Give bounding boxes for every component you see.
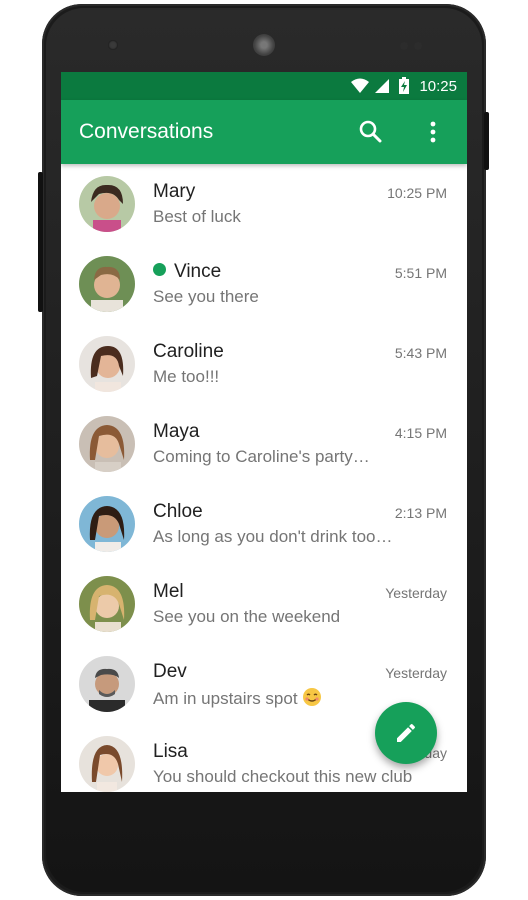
app-title: Conversations bbox=[79, 120, 214, 143]
message-time: 4:15 PM bbox=[394, 425, 447, 441]
avatar bbox=[79, 656, 135, 712]
search-button[interactable] bbox=[357, 118, 385, 146]
message-time: 5:51 PM bbox=[394, 265, 447, 281]
contact-name: Chloe bbox=[153, 501, 203, 522]
message-preview: You should checkout this new club bbox=[153, 767, 413, 786]
message-preview: Best of luck bbox=[153, 207, 241, 226]
power-button bbox=[484, 112, 489, 170]
message-time: Yesterday bbox=[385, 585, 447, 601]
message-preview-text: Am in upstairs spot bbox=[153, 689, 298, 708]
avatar bbox=[79, 416, 135, 472]
compose-button[interactable] bbox=[375, 702, 437, 764]
conversation-row[interactable]: Caroline 5:43 PM Me too!!! bbox=[61, 324, 467, 404]
status-bar: 10:25 bbox=[61, 72, 467, 100]
wifi-icon bbox=[351, 78, 369, 93]
avatar bbox=[79, 576, 135, 632]
message-time: 10:25 PM bbox=[387, 185, 447, 201]
message-preview: As long as you don't drink too… bbox=[153, 527, 393, 546]
contact-name: Mel bbox=[153, 581, 184, 602]
message-preview: Am in upstairs spot bbox=[153, 687, 322, 709]
message-time: 5:43 PM bbox=[394, 345, 447, 361]
message-preview: See you there bbox=[153, 287, 259, 306]
contact-name: Lisa bbox=[153, 741, 188, 762]
phone-chin bbox=[61, 792, 467, 892]
screen: 10:25 Conversations Mary 10:25 PM Best o… bbox=[61, 72, 467, 792]
conversation-row[interactable]: Mary 10:25 PM Best of luck bbox=[61, 164, 467, 244]
conversation-row[interactable]: Chloe 2:13 PM As long as you don't drink… bbox=[61, 484, 467, 564]
message-preview: Me too!!! bbox=[153, 367, 220, 386]
signal-icon bbox=[375, 79, 389, 93]
message-time: Yesterday bbox=[385, 665, 447, 681]
online-indicator bbox=[153, 263, 166, 276]
proximity-sensor bbox=[400, 42, 408, 50]
earpiece-speaker bbox=[253, 34, 275, 56]
contact-name-text: Vince bbox=[174, 261, 222, 282]
message-preview: Coming to Caroline's party… bbox=[153, 447, 370, 466]
app-bar: Conversations bbox=[61, 100, 467, 164]
search-icon bbox=[359, 120, 382, 143]
contact-name: Mary bbox=[153, 181, 196, 202]
avatar bbox=[79, 176, 135, 232]
message-time: 2:13 PM bbox=[394, 505, 447, 521]
contact-name: Caroline bbox=[153, 341, 224, 362]
contact-name: Vince bbox=[153, 261, 221, 283]
volume-button bbox=[38, 172, 43, 312]
conversation-list: Mary 10:25 PM Best of luck Vince 5:51 PM… bbox=[61, 164, 467, 792]
battery-charging-icon bbox=[399, 77, 409, 94]
conversation-row[interactable]: Maya 4:15 PM Coming to Caroline's party… bbox=[61, 404, 467, 484]
avatar bbox=[79, 736, 135, 792]
more-vertical-icon bbox=[430, 121, 436, 143]
contact-name: Maya bbox=[153, 421, 200, 442]
avatar bbox=[79, 496, 135, 552]
message-preview: See you on the weekend bbox=[153, 607, 341, 626]
pencil-icon bbox=[397, 723, 416, 742]
conversation-row[interactable]: Vince 5:51 PM See you there bbox=[61, 244, 467, 324]
light-sensor bbox=[414, 42, 422, 50]
status-time: 10:25 bbox=[419, 78, 457, 95]
avatar bbox=[79, 256, 135, 312]
contact-name: Dev bbox=[153, 661, 187, 682]
front-camera bbox=[108, 40, 118, 50]
smiling-face-emoji bbox=[302, 688, 321, 706]
conversation-row[interactable]: Mel Yesterday See you on the weekend bbox=[61, 564, 467, 644]
overflow-menu-button[interactable] bbox=[423, 118, 443, 146]
avatar bbox=[79, 336, 135, 392]
